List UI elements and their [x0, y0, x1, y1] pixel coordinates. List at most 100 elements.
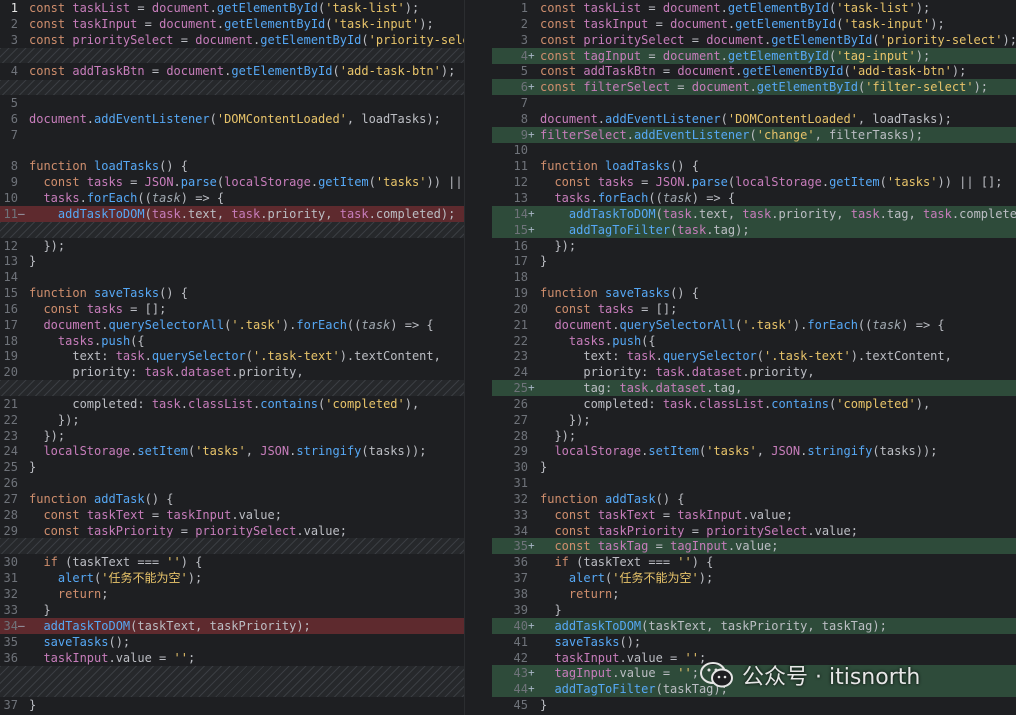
left-code-line[interactable]: 26	[0, 475, 464, 491]
left-code-line[interactable]: 29 const taskPriority = prioritySelect.v…	[0, 523, 464, 539]
line-number: 29	[3, 524, 18, 538]
left-code-line[interactable]: 4 const addTaskBtn = document.getElementB…	[0, 63, 464, 79]
line-number: 8	[520, 112, 528, 126]
left-code-line[interactable]: 31 alert('任务不能为空');	[0, 570, 464, 586]
left-code-line[interactable]: 10 tasks.forEach((task) => {	[0, 190, 464, 206]
left-code-line[interactable]: 13}	[0, 253, 464, 269]
left-code-line[interactable]: 15 function saveTasks() {	[0, 285, 464, 301]
right-code-line[interactable]: 40 + addTaskToDOM(taskText, taskPriority,…	[492, 618, 1016, 634]
right-code-line[interactable]: 20 const tasks = [];	[492, 301, 1016, 317]
right-code-line[interactable]: 19 function saveTasks() {	[492, 285, 1016, 301]
code-text: if (taskText === '') {	[554, 555, 714, 569]
left-code-line[interactable]: 23 });	[0, 428, 464, 444]
right-code-line[interactable]: 16 });	[492, 238, 1016, 254]
right-code-line[interactable]: 28 });	[492, 428, 1016, 444]
diff-gap-placeholder	[0, 666, 464, 697]
right-code-line[interactable]: 9 + filterSelect.addEventListener('change'…	[492, 127, 1016, 143]
right-code-line[interactable]: 15 + addTagToFilter(task.tag);	[492, 222, 1016, 238]
right-code-line[interactable]: 29 localStorage.setItem('tasks', JSON.st…	[492, 443, 1016, 459]
right-code-line[interactable]: 4 + const tagInput = document.getElementBy…	[492, 48, 1016, 64]
code-text: const addTaskBtn = document.getElementBy…	[29, 64, 456, 78]
right-code-line[interactable]: 33 const taskText = taskInput.value;	[492, 507, 1016, 523]
right-code-line[interactable]: 27 });	[492, 412, 1016, 428]
code-text: const taskInput = document.getElementByI…	[29, 17, 434, 31]
left-code-line[interactable]: 37}	[0, 697, 464, 713]
left-code-line[interactable]: 28 const taskText = taskInput.value;	[0, 507, 464, 523]
right-code-line[interactable]: 39 }	[492, 602, 1016, 618]
left-code-line[interactable]: 35 saveTasks();	[0, 634, 464, 650]
left-code-line[interactable]: 5	[0, 95, 464, 111]
code-text: addTaskToDOM(taskText, taskPriority, tas…	[554, 619, 887, 633]
line-number: 10	[513, 143, 528, 157]
right-code-line[interactable]: 31	[492, 475, 1016, 491]
right-code-line[interactable]: 35 + const taskTag = tagInput.value;	[492, 538, 1016, 554]
right-code-line[interactable]: 14 + addTaskToDOM(task.text, task.priorit…	[492, 206, 1016, 222]
right-code-line[interactable]: 11 function loadTasks() {	[492, 158, 1016, 174]
left-code-line[interactable]: 21 completed: task.classList.contains('c…	[0, 396, 464, 412]
diff-right-pane[interactable]: 1 const taskList = document.getElementByI…	[492, 0, 1016, 715]
left-code-line[interactable]: 25}	[0, 459, 464, 475]
left-code-line[interactable]: 24 localStorage.setItem('tasks', JSON.st…	[0, 443, 464, 459]
left-code-line[interactable]: 14	[0, 269, 464, 285]
left-code-line[interactable]: 34— addTaskToDOM(taskText, taskPriority)…	[0, 618, 464, 634]
left-code-line[interactable]: 2 const taskInput = document.getElementBy…	[0, 16, 464, 32]
right-code-line[interactable]: 13 tasks.forEach((task) => {	[492, 190, 1016, 206]
left-code-line[interactable]: 9 const tasks = JSON.parse(localStorage.…	[0, 174, 464, 190]
left-code-line[interactable]: 19 text: task.querySelector('.task-text'…	[0, 348, 464, 364]
right-code-line[interactable]: 24 priority: task.dataset.priority,	[492, 364, 1016, 380]
right-code-line[interactable]: 17}	[492, 253, 1016, 269]
left-code-line[interactable]: 7	[0, 127, 464, 143]
left-code-line[interactable]: 11— addTaskToDOM(task.text, task.priorit…	[0, 206, 464, 222]
diff-left-pane[interactable]: 1 const taskList = document.getElementByI…	[0, 0, 465, 715]
left-code-line[interactable]: 27 function addTask() {	[0, 491, 464, 507]
right-code-line[interactable]: 36 if (taskText === '') {	[492, 554, 1016, 570]
line-number: 20	[513, 302, 528, 316]
right-code-line[interactable]: 22 tasks.push({	[492, 333, 1016, 349]
right-code-line[interactable]: 8 document.addEventListener('DOMContentLo…	[492, 111, 1016, 127]
code-text: function loadTasks() {	[540, 159, 699, 173]
line-number: 17	[3, 318, 18, 332]
right-code-line[interactable]: 7	[492, 95, 1016, 111]
code-text: tag: task.dataset.tag,	[540, 381, 743, 395]
right-code-line[interactable]: 38 return;	[492, 586, 1016, 602]
right-code-line[interactable]: 3 const prioritySelect = document.getElem…	[492, 32, 1016, 48]
left-code-line[interactable]: 33 }	[0, 602, 464, 618]
right-code-line[interactable]: 25 + tag: task.dataset.tag,	[492, 380, 1016, 396]
left-code-line[interactable]: 12 });	[0, 238, 464, 254]
line-number: 19	[513, 286, 528, 300]
left-code-line[interactable]: 3 const prioritySelect = document.getElem…	[0, 32, 464, 48]
right-code-line[interactable]: 5 const addTaskBtn = document.getElementB…	[492, 63, 1016, 79]
code-text: const taskPriority = prioritySelect.valu…	[43, 524, 347, 538]
right-code-line[interactable]: 12 const tasks = JSON.parse(localStorage…	[492, 174, 1016, 190]
left-code-line[interactable]: 30 if (taskText === '') {	[0, 554, 464, 570]
left-code-line[interactable]: 18 tasks.push({	[0, 333, 464, 349]
line-number: 45	[513, 698, 528, 712]
left-code-line[interactable]: 20 priority: task.dataset.priority,	[0, 364, 464, 380]
left-code-line[interactable]: 6 document.addEventListener('DOMContentLo…	[0, 111, 464, 127]
left-code-line[interactable]: 22 });	[0, 412, 464, 428]
code-text: filterSelect.addEventListener('change', …	[540, 128, 923, 142]
right-code-line[interactable]: 23 text: task.querySelector('.task-text'…	[492, 348, 1016, 364]
code-text: saveTasks();	[554, 635, 642, 649]
left-code-line[interactable]: 36 taskInput.value = '';	[0, 650, 464, 666]
code-text: });	[540, 413, 591, 427]
right-code-line[interactable]: 1 const taskList = document.getElementByI…	[492, 0, 1016, 16]
right-code-line[interactable]: 34 const taskPriority = prioritySelect.v…	[492, 523, 1016, 539]
left-code-line[interactable]: 17 document.querySelectorAll('.task').fo…	[0, 317, 464, 333]
right-code-line[interactable]: 6 + const filterSelect = document.getEleme…	[492, 79, 1016, 95]
right-code-line[interactable]: 2 const taskInput = document.getElementBy…	[492, 16, 1016, 32]
right-code-line[interactable]: 21 document.querySelectorAll('.task').fo…	[492, 317, 1016, 333]
right-code-line[interactable]: 26 completed: task.classList.contains('c…	[492, 396, 1016, 412]
left-code-line[interactable]: 8 function loadTasks() {	[0, 158, 464, 174]
right-code-line[interactable]: 37 alert('任务不能为空');	[492, 570, 1016, 586]
right-code-line[interactable]: 45}	[492, 697, 1016, 713]
left-code-line[interactable]: 16 const tasks = [];	[0, 301, 464, 317]
right-code-line[interactable]: 18	[492, 269, 1016, 285]
right-code-line[interactable]: 30}	[492, 459, 1016, 475]
left-code-line[interactable]: 32 return;	[0, 586, 464, 602]
left-code-line[interactable]: 1 const taskList = document.getElementByI…	[0, 0, 464, 16]
right-code-line[interactable]: 41 saveTasks();	[492, 634, 1016, 650]
right-code-line[interactable]: 32 function addTask() {	[492, 491, 1016, 507]
right-code-line[interactable]: 10	[492, 142, 1016, 158]
line-number: 1	[10, 1, 18, 15]
